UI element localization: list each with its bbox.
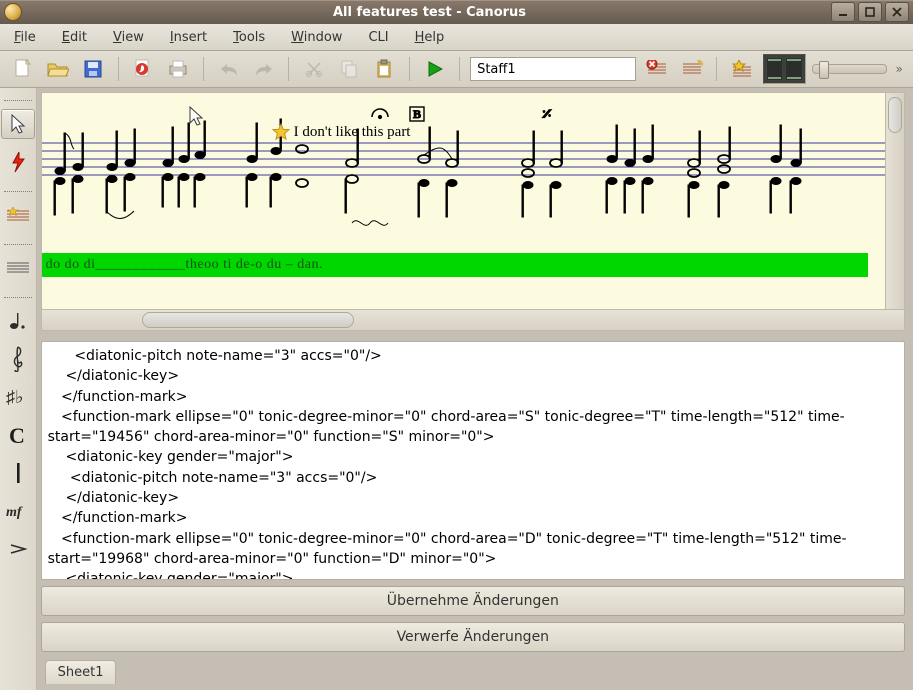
toolbar-new-button[interactable] — [8, 54, 37, 84]
paste-icon — [375, 59, 393, 79]
score-horizontal-scrollbar[interactable] — [41, 310, 905, 331]
pointer-icon — [9, 113, 27, 135]
menu-tools[interactable]: Tools — [227, 28, 271, 47]
tool-note-value[interactable] — [1, 306, 35, 336]
menu-edit[interactable]: Edit — [56, 28, 93, 47]
tool-dynamics[interactable]: mf — [1, 496, 35, 526]
svg-text:C: C — [9, 425, 25, 445]
svg-text:B: B — [413, 107, 421, 121]
dynamic-mf-icon: mf — [6, 503, 30, 519]
score-horizontal-scrollbar-thumb[interactable] — [142, 312, 354, 328]
lightning-icon — [10, 151, 26, 173]
discard-changes-button[interactable]: Verwerfe Änderungen — [41, 622, 905, 652]
tab-sheet1-label: Sheet1 — [58, 665, 104, 680]
toolbar-save-button[interactable] — [78, 54, 107, 84]
playback-counter — [763, 54, 806, 84]
staff-add-icon — [681, 60, 703, 78]
scissors-icon — [305, 60, 323, 78]
window-close-button[interactable] — [885, 2, 909, 22]
star-icon — [272, 123, 290, 141]
tool-new-staff[interactable] — [1, 200, 35, 230]
toolbar-undo-button[interactable] — [214, 54, 243, 84]
toolbar-print-button[interactable] — [164, 54, 193, 84]
tool-accent[interactable] — [1, 534, 35, 564]
toolbar-play-button[interactable] — [420, 54, 449, 84]
svg-text:mf: mf — [6, 505, 23, 519]
toolbar-redo-button[interactable] — [249, 54, 278, 84]
tool-pointer[interactable] — [1, 109, 35, 139]
window-maximize-button[interactable] — [858, 2, 882, 22]
source-panel: <diatonic-pitch note-name="3" accs="0"/>… — [41, 341, 905, 652]
tool-insert-note[interactable] — [1, 147, 35, 177]
play-icon — [427, 61, 443, 77]
tool-barline[interactable] — [1, 458, 35, 488]
source-xml-view[interactable]: <diatonic-pitch note-name="3" accs="0"/>… — [41, 341, 905, 580]
window-titlebar: All features test - Canorus — [0, 0, 913, 24]
toolbar-staff-star-button[interactable] — [727, 54, 756, 84]
score-vertical-scrollbar-thumb[interactable] — [888, 97, 902, 133]
accept-changes-button[interactable]: Übernehme Änderungen — [41, 586, 905, 616]
toolbar-overflow-button[interactable]: » — [893, 62, 905, 76]
barline-icon — [13, 462, 23, 484]
menu-cli[interactable]: CLI — [362, 28, 394, 47]
lyrics-text: do do di____________theoo ti de-o du – d… — [46, 257, 323, 273]
zoom-slider[interactable] — [812, 64, 888, 74]
folder-open-icon — [47, 60, 69, 78]
staff-new-icon — [6, 207, 30, 223]
pdf-icon — [133, 58, 153, 80]
zoom-slider-thumb[interactable] — [819, 61, 829, 79]
cursor-artifact — [187, 105, 205, 127]
discard-changes-label: Verwerfe Änderungen — [397, 629, 550, 645]
quarter-note-dot-icon — [8, 310, 28, 332]
score-viewport[interactable]: B 𝄎 — [41, 92, 905, 310]
staff-name-input[interactable] — [470, 57, 636, 81]
left-toolstrip: ♯♭ C mf — [0, 88, 37, 690]
lyrics-strip[interactable]: do do di____________theoo ti de-o du – d… — [42, 253, 868, 277]
score-vertical-scrollbar[interactable] — [885, 93, 904, 309]
window-minimize-button[interactable] — [831, 2, 855, 22]
tool-accidentals[interactable]: ♯♭ — [1, 382, 35, 412]
undo-icon — [219, 61, 239, 77]
window-title: All features test - Canorus — [333, 5, 526, 20]
tab-sheet1[interactable]: Sheet1 — [45, 660, 117, 684]
menu-insert[interactable]: Insert — [164, 28, 213, 47]
sheet-tabbar: Sheet1 — [41, 658, 905, 684]
common-time-icon: C — [9, 425, 27, 445]
toolbar-export-pdf-button[interactable] — [129, 54, 158, 84]
sharp-flat-icon: ♯♭ — [6, 387, 30, 407]
floppy-save-icon — [83, 59, 103, 79]
file-new-icon — [13, 58, 33, 80]
tool-staff-lines[interactable] — [1, 253, 35, 283]
toolbar-open-button[interactable] — [43, 54, 72, 84]
score-canvas: B 𝄎 — [42, 93, 886, 253]
menu-view[interactable]: View — [107, 28, 150, 47]
app-icon — [4, 3, 22, 21]
accept-changes-label: Übernehme Änderungen — [387, 593, 559, 609]
toolbar-staff-delete-button[interactable] — [642, 54, 671, 84]
toolbar-cut-button[interactable] — [299, 54, 328, 84]
redo-icon — [254, 61, 274, 77]
menu-help[interactable]: Help — [409, 28, 451, 47]
score-area[interactable]: B 𝄎 — [42, 93, 886, 309]
copy-icon — [340, 59, 358, 79]
score-annotation: I don't like this part — [272, 123, 411, 141]
tool-time-signature[interactable]: C — [1, 420, 35, 450]
toolbar-staff-add-button[interactable] — [677, 54, 706, 84]
printer-icon — [167, 59, 189, 79]
toolbar-copy-button[interactable] — [335, 54, 364, 84]
menu-file[interactable]: File — [8, 28, 42, 47]
menu-window[interactable]: Window — [285, 28, 348, 47]
svg-text:𝄎: 𝄎 — [542, 104, 552, 126]
staff-lines-icon — [6, 261, 30, 275]
staff-delete-icon — [646, 60, 668, 78]
staff-star-icon — [731, 60, 753, 78]
treble-clef-icon — [10, 346, 26, 372]
svg-text:♯♭: ♯♭ — [6, 387, 24, 407]
tool-clef[interactable] — [1, 344, 35, 374]
main-toolbar: » — [0, 51, 913, 88]
toolbar-paste-button[interactable] — [370, 54, 399, 84]
accent-icon — [9, 543, 27, 555]
annotation-text: I don't like this part — [294, 124, 411, 141]
menubar: File Edit View Insert Tools Window CLI H… — [0, 24, 913, 51]
